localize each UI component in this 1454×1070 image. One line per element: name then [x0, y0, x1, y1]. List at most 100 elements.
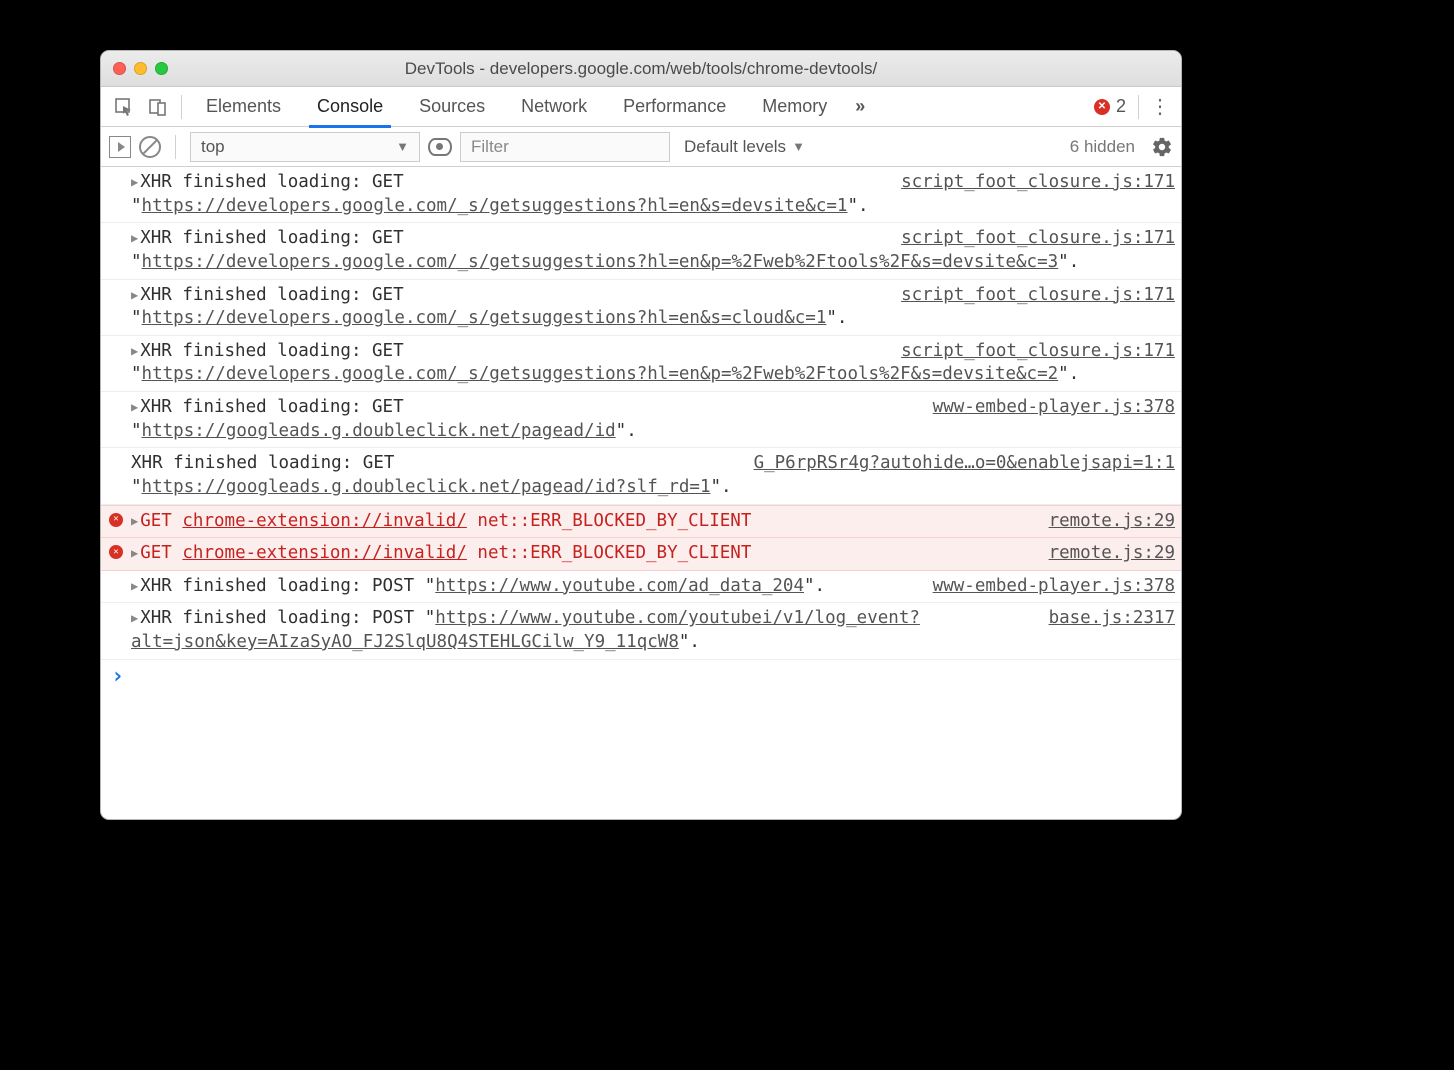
more-options-button[interactable]: ⋮ [1145, 94, 1175, 119]
source-link[interactable]: script_foot_closure.js:171 [901, 340, 1175, 364]
console-log-row: G_P6rpRSr4g?autohide…o=0&enablejsapi=1:1… [101, 448, 1181, 504]
device-toolbar-icon[interactable] [141, 92, 175, 122]
window-title: DevTools - developers.google.com/web/too… [113, 59, 1169, 79]
source-link[interactable]: www-embed-player.js:378 [933, 575, 1175, 599]
console-error-row: remote.js:29 ▶GET chrome-extension://inva… [101, 538, 1181, 571]
devtools-window: DevTools - developers.google.com/web/too… [100, 50, 1182, 820]
log-levels-label: Default levels [684, 137, 786, 157]
console-log-row: base.js:2317 ▶XHR finished loading: POST … [101, 603, 1181, 659]
clear-console-icon[interactable] [139, 136, 161, 158]
log-suffix: ". [1058, 364, 1079, 384]
http-method: GET [140, 543, 182, 563]
log-suffix: ". [847, 196, 868, 216]
disclosure-triangle-icon[interactable]: ▶ [131, 513, 138, 529]
disclosure-triangle-icon[interactable]: ▶ [131, 287, 138, 303]
source-link[interactable]: script_foot_closure.js:171 [901, 171, 1175, 195]
console-log-row: www-embed-player.js:378 ▶XHR finished loa… [101, 392, 1181, 448]
error-icon [1094, 99, 1110, 115]
log-message: ▶XHR finished loading: GET "https://deve… [131, 285, 847, 329]
chevron-down-icon: ▼ [792, 139, 805, 154]
minimize-window-button[interactable] [134, 62, 147, 75]
disclosure-triangle-icon[interactable]: ▶ [131, 578, 138, 594]
log-suffix: ". [1058, 252, 1079, 272]
disclosure-triangle-icon[interactable]: ▶ [131, 343, 138, 359]
log-prefix: XHR finished loading: POST " [140, 608, 435, 628]
tab-memory[interactable]: Memory [744, 87, 845, 127]
request-url[interactable]: https://developers.google.com/_s/getsugg… [142, 308, 827, 328]
tabs-overflow-button[interactable]: » [845, 96, 875, 117]
error-icon [109, 513, 123, 527]
log-suffix: ". [679, 632, 700, 652]
log-message: ▶XHR finished loading: GET "https://goog… [131, 397, 637, 441]
close-window-button[interactable] [113, 62, 126, 75]
source-link[interactable]: base.js:2317 [1049, 607, 1175, 631]
traffic-lights [113, 62, 168, 75]
console-toolbar: top ▼ Default levels ▼ 6 hidden [101, 127, 1181, 167]
chevron-down-icon: ▼ [396, 139, 409, 154]
source-link[interactable]: G_P6rpRSr4g?autohide…o=0&enablejsapi=1:1 [754, 452, 1175, 476]
tab-console[interactable]: Console [299, 87, 401, 127]
log-suffix: ". [826, 308, 847, 328]
tab-network[interactable]: Network [503, 87, 605, 127]
disclosure-triangle-icon[interactable]: ▶ [131, 230, 138, 246]
request-url[interactable]: chrome-extension://invalid/ [182, 543, 466, 563]
log-suffix: ". [616, 421, 637, 441]
log-message: XHR finished loading: GET "https://googl… [131, 453, 732, 497]
window-titlebar: DevTools - developers.google.com/web/too… [101, 51, 1181, 87]
source-link[interactable]: script_foot_closure.js:171 [901, 227, 1175, 251]
console-log-row: script_foot_closure.js:171▶XHR finished … [101, 336, 1181, 392]
tab-sources[interactable]: Sources [401, 87, 503, 127]
log-message: ▶GET chrome-extension://invalid/ net::ER… [131, 543, 751, 563]
error-count-badge[interactable]: 2 [1088, 96, 1132, 117]
inspect-element-icon[interactable] [107, 92, 141, 122]
log-message: ▶XHR finished loading: GET "https://deve… [131, 172, 869, 216]
log-prefix: XHR finished loading: POST " [140, 576, 435, 596]
tab-performance[interactable]: Performance [605, 87, 744, 127]
console-log-row: script_foot_closure.js:171 ▶XHR finished … [101, 280, 1181, 336]
log-suffix: ". [804, 576, 825, 596]
error-icon [109, 545, 123, 559]
console-log-row: script_foot_closure.js:171 ▶XHR finished … [101, 167, 1181, 223]
disclosure-triangle-icon[interactable]: ▶ [131, 399, 138, 415]
request-url[interactable]: https://googleads.g.doubleclick.net/page… [142, 421, 616, 441]
request-url[interactable]: https://www.youtube.com/ad_data_204 [435, 576, 804, 596]
log-suffix: ". [711, 477, 732, 497]
request-url[interactable]: chrome-extension://invalid/ [182, 511, 466, 531]
separator [175, 135, 176, 159]
disclosure-triangle-icon[interactable]: ▶ [131, 545, 138, 561]
log-message: ▶XHR finished loading: POST "https://www… [131, 576, 825, 596]
context-selector[interactable]: top ▼ [190, 132, 420, 162]
console-log-row: script_foot_closure.js:171▶XHR finished … [101, 223, 1181, 279]
request-url[interactable]: https://developers.google.com/_s/getsugg… [142, 252, 1059, 272]
error-count-text: 2 [1116, 96, 1126, 117]
console-log-row: www-embed-player.js:378 ▶XHR finished loa… [101, 571, 1181, 604]
filter-input[interactable] [460, 132, 670, 162]
request-url[interactable]: https://developers.google.com/_s/getsugg… [142, 196, 848, 216]
separator [1138, 95, 1139, 119]
zoom-window-button[interactable] [155, 62, 168, 75]
console-error-row: remote.js:29 ▶GET chrome-extension://inva… [101, 505, 1181, 539]
http-method: GET [140, 511, 182, 531]
live-expression-icon[interactable] [428, 138, 452, 156]
hidden-count: 6 hidden [1062, 137, 1143, 157]
log-levels-selector[interactable]: Default levels ▼ [678, 137, 811, 157]
request-url[interactable]: https://googleads.g.doubleclick.net/page… [142, 477, 711, 497]
request-url[interactable]: https://developers.google.com/_s/getsugg… [142, 364, 1059, 384]
console-settings-icon[interactable] [1151, 136, 1173, 158]
error-reason: net::ERR_BLOCKED_BY_CLIENT [477, 511, 751, 531]
separator [181, 95, 182, 119]
disclosure-triangle-icon[interactable]: ▶ [131, 174, 138, 190]
show-console-sidebar-icon[interactable] [109, 136, 131, 158]
main-tabbar: Elements Console Sources Network Perform… [101, 87, 1181, 127]
source-link[interactable]: www-embed-player.js:378 [933, 396, 1175, 420]
console-prompt[interactable] [101, 660, 1181, 676]
console-log-area: script_foot_closure.js:171▶XHR finished … [101, 167, 1181, 676]
disclosure-triangle-icon[interactable]: ▶ [131, 610, 138, 626]
log-message: ▶XHR finished loading: POST "https://www… [131, 608, 920, 652]
log-message: ▶GET chrome-extension://invalid/ net::ER… [131, 511, 751, 531]
tab-elements[interactable]: Elements [188, 87, 299, 127]
source-link[interactable]: remote.js:29 [1049, 510, 1175, 534]
source-link[interactable]: script_foot_closure.js:171 [901, 284, 1175, 308]
context-selector-value: top [201, 137, 225, 157]
source-link[interactable]: remote.js:29 [1049, 542, 1175, 566]
